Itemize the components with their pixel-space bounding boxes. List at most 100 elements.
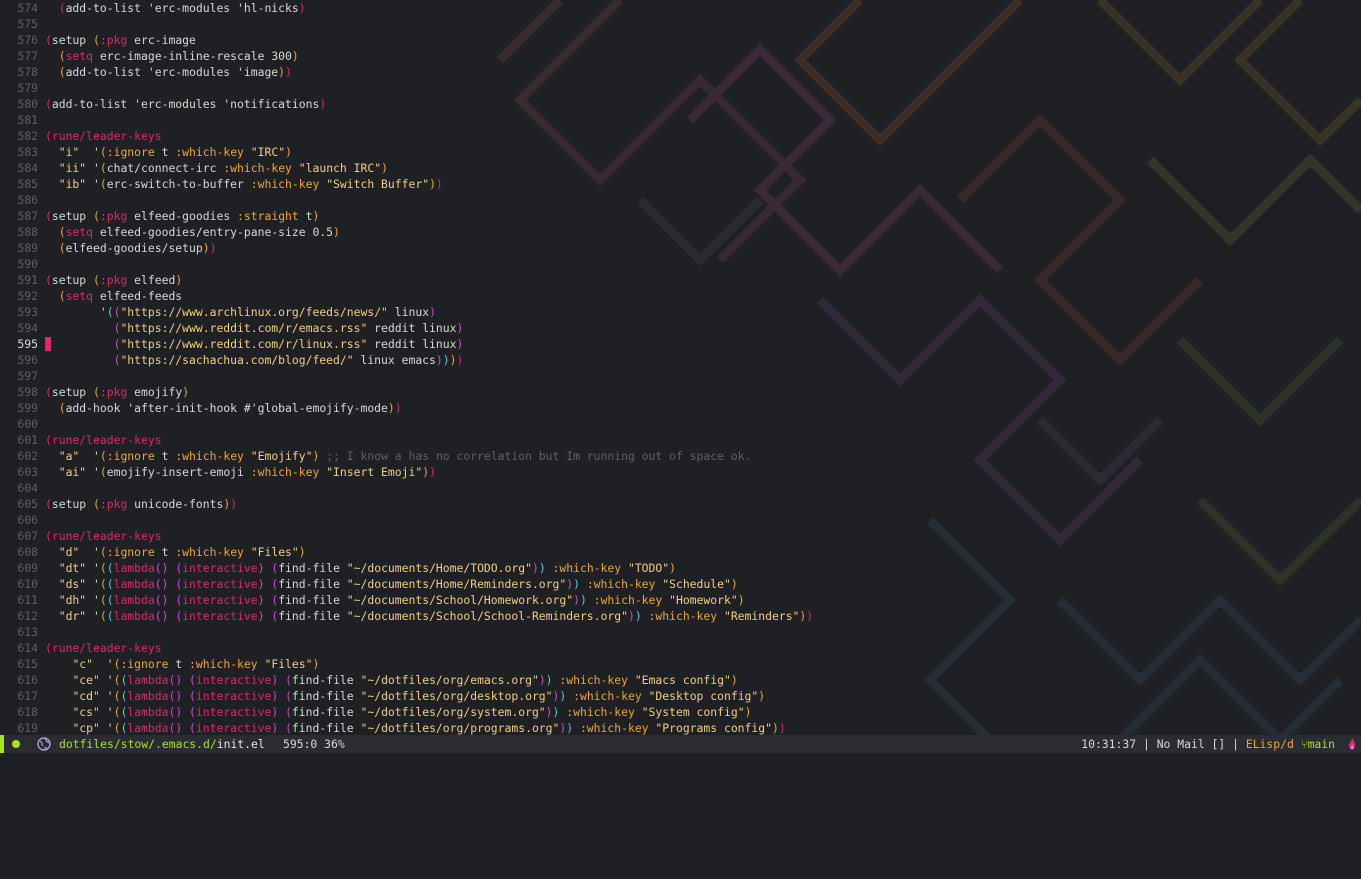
code-token: "~/documents/Home/Reminders.org" — [346, 577, 567, 591]
code-token: find-file — [278, 609, 347, 623]
code-text: "dh" '((lambda() (interactive) (find-fil… — [45, 592, 745, 608]
line-number: 609 — [17, 561, 38, 575]
code-token: "cs" — [72, 705, 100, 719]
line-number: 611 — [17, 593, 38, 607]
code-token: ( — [93, 33, 100, 47]
code-line[interactable]: 576 (setup (:pkg erc-image — [0, 32, 1361, 48]
code-line[interactable]: 613 — [0, 624, 1361, 640]
code-line[interactable]: 597 — [0, 368, 1361, 384]
code-line[interactable]: 603 "ai" '(emojify-insert-emoji :which-k… — [0, 464, 1361, 480]
line-number: 599 — [17, 401, 38, 415]
code-token: "Desktop config" — [648, 689, 759, 703]
code-line[interactable]: 584 "ii" '(chat/connect-irc :which-key "… — [0, 160, 1361, 176]
git-branch[interactable]: main — [1308, 737, 1335, 751]
code-line[interactable]: 595 ("https://www.reddit.com/r/linux.rss… — [0, 336, 1361, 352]
code-line[interactable]: 577 (setq erc-image-inline-rescale 300) — [0, 48, 1361, 64]
line-number: 610 — [17, 577, 38, 591]
code-line[interactable]: 574 (add-to-list 'erc-modules 'hl-nicks) — [0, 0, 1361, 16]
code-line[interactable]: 593 '(("https://www.archlinux.org/feeds/… — [0, 304, 1361, 320]
code-token: "Switch Buffer" — [326, 177, 430, 191]
code-line[interactable]: 612 "dr" '((lambda() (interactive) (find… — [0, 608, 1361, 624]
code-line[interactable]: 610 "ds" '((lambda() (interactive) (find… — [0, 576, 1361, 592]
code-line[interactable]: 590 — [0, 256, 1361, 272]
code-token: ( — [58, 401, 66, 415]
code-line[interactable]: 582 (rune/leader-keys — [0, 128, 1361, 144]
code-line[interactable]: 605 (setup (:pkg unicode-fonts)) — [0, 496, 1361, 512]
code-token: ( — [189, 721, 196, 735]
code-token: "Files" — [264, 657, 313, 671]
modeline-right-segment: 10:31:37 | No Mail [] | ELisp/d ⑂main — [1081, 735, 1335, 753]
code-line[interactable]: 619 "cp" '((lambda() (interactive) (find… — [0, 720, 1361, 736]
code-line[interactable]: 598 (setup (:pkg emojify) — [0, 384, 1361, 400]
code-text: (rune/leader-keys — [45, 432, 162, 448]
code-token: "Insert Emoji" — [326, 465, 423, 479]
code-token: ) — [730, 673, 738, 687]
code-line[interactable]: 611 "dh" '((lambda() (interactive) (find… — [0, 592, 1361, 608]
code-line[interactable]: 581 — [0, 112, 1361, 128]
code-line[interactable]: 604 — [0, 480, 1361, 496]
code-token: ' — [86, 161, 100, 175]
code-line[interactable]: 600 — [0, 416, 1361, 432]
code-line[interactable]: 591 (setup (:pkg elfeed) — [0, 272, 1361, 288]
code-line[interactable]: 601 (rune/leader-keys — [0, 432, 1361, 448]
code-token: :pkg — [99, 273, 128, 287]
code-line[interactable]: 583 "i" '(:ignore t :which-key "IRC") — [0, 144, 1361, 160]
code-line[interactable]: 578 (add-to-list 'erc-modules 'image)) — [0, 64, 1361, 80]
code-token: ' — [86, 465, 100, 479]
code-buffer[interactable]: 574 (add-to-list 'erc-modules 'hl-nicks)… — [0, 0, 1361, 735]
code-token: setq — [65, 225, 94, 239]
code-line[interactable]: 607 (rune/leader-keys — [0, 528, 1361, 544]
code-text: '(("https://www.archlinux.org/feeds/news… — [45, 304, 436, 320]
code-line[interactable]: 599 (add-hook 'after-init-hook #'global-… — [0, 400, 1361, 416]
code-line[interactable]: 589 (elfeed-goodies/setup)) — [0, 240, 1361, 256]
line-number: 584 — [17, 161, 38, 175]
code-token: :which-key — [579, 721, 649, 735]
code-text: "ce" '((lambda() (interactive) (find-fil… — [45, 672, 738, 688]
code-token: :which-key — [559, 673, 628, 687]
code-token: ) — [634, 609, 642, 623]
line-number: 590 — [17, 257, 38, 271]
code-token: interactive — [182, 593, 258, 607]
code-line[interactable]: 594 ("https://www.reddit.com/r/emacs.rss… — [0, 320, 1361, 336]
code-token: :which-key — [250, 465, 320, 479]
code-token: ' — [99, 705, 114, 719]
code-line[interactable]: 596 ("https://sachachua.com/blog/feed/" … — [0, 352, 1361, 368]
code-token: "ds" — [58, 577, 87, 591]
code-token: setup — [51, 497, 94, 511]
code-token: find-file — [291, 673, 361, 687]
code-line[interactable]: 618 "cs" '((lambda() (interactive) (find… — [0, 704, 1361, 720]
code-line[interactable]: 587 (setup (:pkg elfeed-goodies :straight… — [0, 208, 1361, 224]
code-line[interactable]: 580 (add-to-list 'erc-modules 'notificati… — [0, 96, 1361, 112]
code-line[interactable]: 609 "dt" '((lambda() (interactive) (find… — [0, 560, 1361, 576]
code-token: ) — [230, 497, 238, 511]
code-line[interactable]: 606 — [0, 512, 1361, 528]
code-token: find-file — [291, 689, 361, 703]
code-line[interactable]: 588 (setq elfeed-goodies/entry-pane-size… — [0, 224, 1361, 240]
code-line[interactable]: 602 "a" '(:ignore t :which-key "Emojify"… — [0, 448, 1361, 464]
code-line[interactable]: 585 "ib" '(erc-switch-to-buffer :which-k… — [0, 176, 1361, 192]
line-number: 582 — [17, 129, 38, 143]
code-line[interactable]: 615 "c" '(:ignore t :which-key "Files") — [0, 656, 1361, 672]
code-text: ("https://www.reddit.com/r/emacs.rss" re… — [45, 320, 464, 336]
code-line[interactable]: 614 (rune/leader-keys — [0, 640, 1361, 656]
code-line[interactable]: 617 "cd" '((lambda() (interactive) (find… — [0, 688, 1361, 704]
code-line[interactable]: 592 (setq elfeed-feeds — [0, 288, 1361, 304]
line-number: 608 — [17, 545, 38, 559]
code-line[interactable]: 579 — [0, 80, 1361, 96]
major-mode[interactable]: ELisp/d — [1246, 737, 1294, 751]
code-line[interactable]: 608 "d" '(:ignore t :which-key "Files") — [0, 544, 1361, 560]
code-token: rune/leader-keys — [51, 129, 162, 143]
code-token: "dt" — [58, 561, 87, 575]
code-token: :pkg — [99, 497, 128, 511]
code-token: ) — [312, 209, 320, 223]
code-line[interactable]: 586 — [0, 192, 1361, 208]
buffer-path[interactable]: dotfiles/stow/.emacs.d/init.el — [59, 735, 265, 753]
code-line[interactable]: 616 "ce" '((lambda() (interactive) (find… — [0, 672, 1361, 688]
code-line[interactable]: 575 — [0, 16, 1361, 32]
